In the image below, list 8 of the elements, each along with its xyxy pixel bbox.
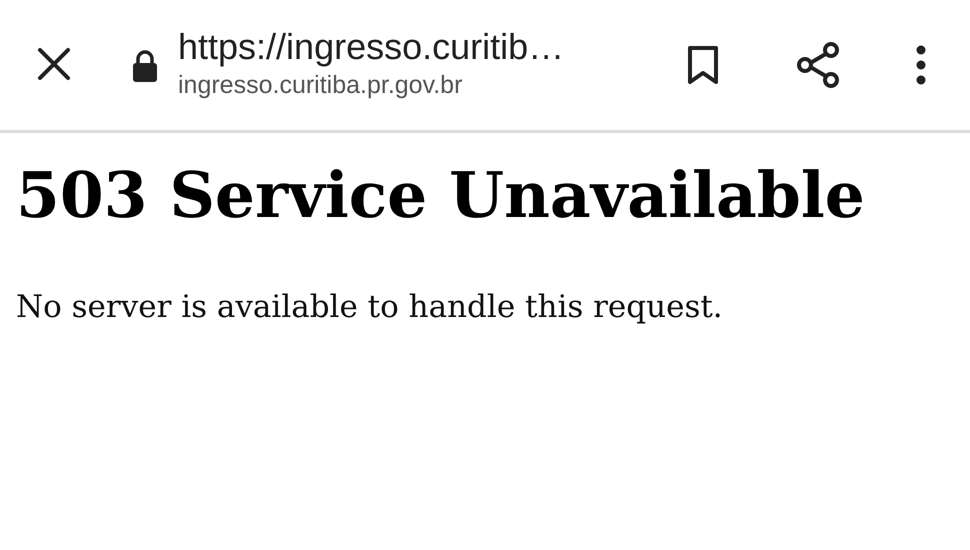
url-title[interactable]: https://ingresso.curitib… <box>178 25 648 69</box>
menu-icon[interactable] <box>916 45 926 85</box>
page-heading: 503 Service Unavailable <box>16 157 866 234</box>
close-icon[interactable] <box>37 47 71 81</box>
bookmark-icon[interactable] <box>686 45 720 85</box>
domain-text: ingresso.curitiba.pr.gov.br <box>178 70 464 101</box>
share-icon[interactable] <box>796 41 840 89</box>
error-message: No server is available to handle this request. <box>16 288 724 327</box>
